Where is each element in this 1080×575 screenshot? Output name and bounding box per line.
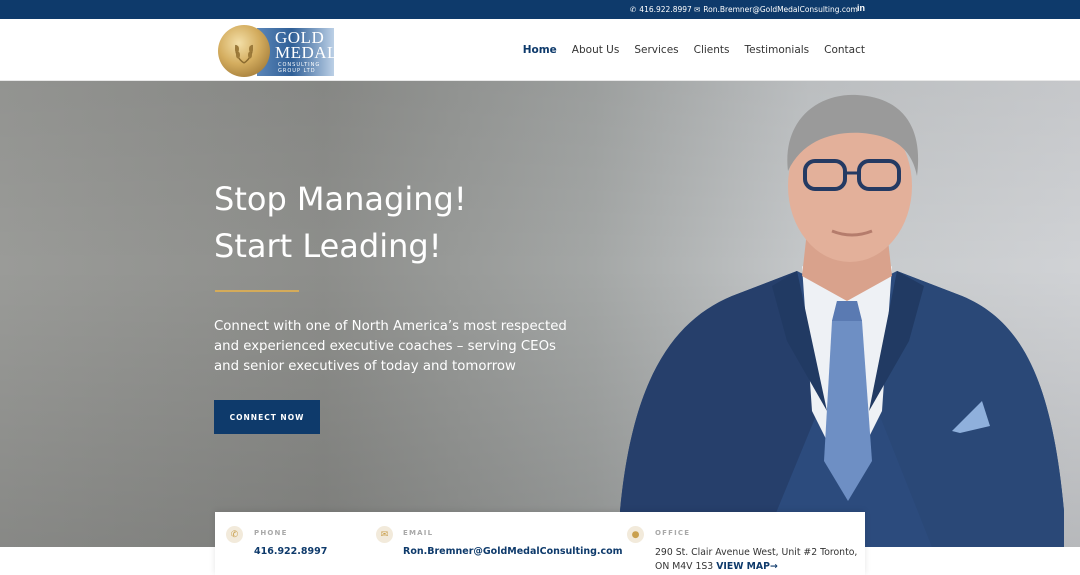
hero-subtext: Connect with one of North America’s most… <box>214 319 567 374</box>
nav-item-about-us[interactable]: About Us <box>572 44 620 56</box>
laurel-icon <box>235 44 253 64</box>
top-bar: ✆ 416.922.8997 ✉ Ron.Bremner@GoldMedalCo… <box>0 0 1080 19</box>
contact-email-label: EMAIL <box>403 529 434 537</box>
nav-item-services[interactable]: Services <box>634 44 678 56</box>
hero-headline-line-2: Start Leading! <box>214 227 442 265</box>
nav-item-testimonials[interactable]: Testimonials <box>745 44 810 56</box>
contact-email-value[interactable]: Ron.Bremner@GoldMedalConsulting.com <box>403 546 623 557</box>
main-nav: Home About Us Services Clients Testimoni… <box>523 44 865 56</box>
logo-line-medal: MEDAL <box>275 43 338 62</box>
map-pin-icon: ● <box>627 526 644 543</box>
hero-headline: Stop Managing! Start Leading! <box>214 176 467 270</box>
envelope-icon: ✉ <box>376 526 393 543</box>
view-map-link[interactable]: VIEW MAP→ <box>716 561 778 572</box>
gold-divider <box>215 290 299 292</box>
contact-phone-value[interactable]: 416.922.8997 <box>254 546 327 557</box>
medal-icon <box>218 25 270 77</box>
nav-item-contact[interactable]: Contact <box>824 44 865 56</box>
topbar-phone-text[interactable]: 416.922.8997 <box>639 5 692 14</box>
logo[interactable]: GOLD MEDAL CONSULTING GROUP LTD <box>217 24 337 77</box>
nav-item-clients[interactable]: Clients <box>694 44 730 56</box>
nav-item-home[interactable]: Home <box>523 44 557 56</box>
contact-card: ✆ PHONE 416.922.8997 ✉ EMAIL Ron.Bremner… <box>215 512 865 575</box>
logo-line-group: GROUP LTD <box>278 68 316 74</box>
linkedin-icon[interactable]: in <box>857 3 865 13</box>
contact-office-label: OFFICE <box>655 529 691 537</box>
phone-icon: ✆ <box>630 5 637 14</box>
hero-section: Stop Managing! Start Leading! Connect wi… <box>0 81 1080 547</box>
contact-office-address: 290 St. Clair Avenue West, Unit #2 Toron… <box>655 546 865 574</box>
hero-headline-line-1: Stop Managing! <box>214 180 467 218</box>
connect-now-button[interactable]: CONNECT NOW <box>214 400 320 434</box>
portrait-image <box>620 94 1064 547</box>
topbar-phone[interactable]: ✆ 416.922.8997 <box>630 5 692 14</box>
topbar-email-text[interactable]: Ron.Bremner@GoldMedalConsulting.com <box>703 5 858 14</box>
site-header: GOLD MEDAL CONSULTING GROUP LTD Home Abo… <box>0 19 1080 81</box>
phone-icon: ✆ <box>226 526 243 543</box>
topbar-email[interactable]: ✉ Ron.Bremner@GoldMedalConsulting.com <box>694 5 858 14</box>
envelope-icon: ✉ <box>694 5 701 14</box>
contact-phone-label: PHONE <box>254 529 288 537</box>
